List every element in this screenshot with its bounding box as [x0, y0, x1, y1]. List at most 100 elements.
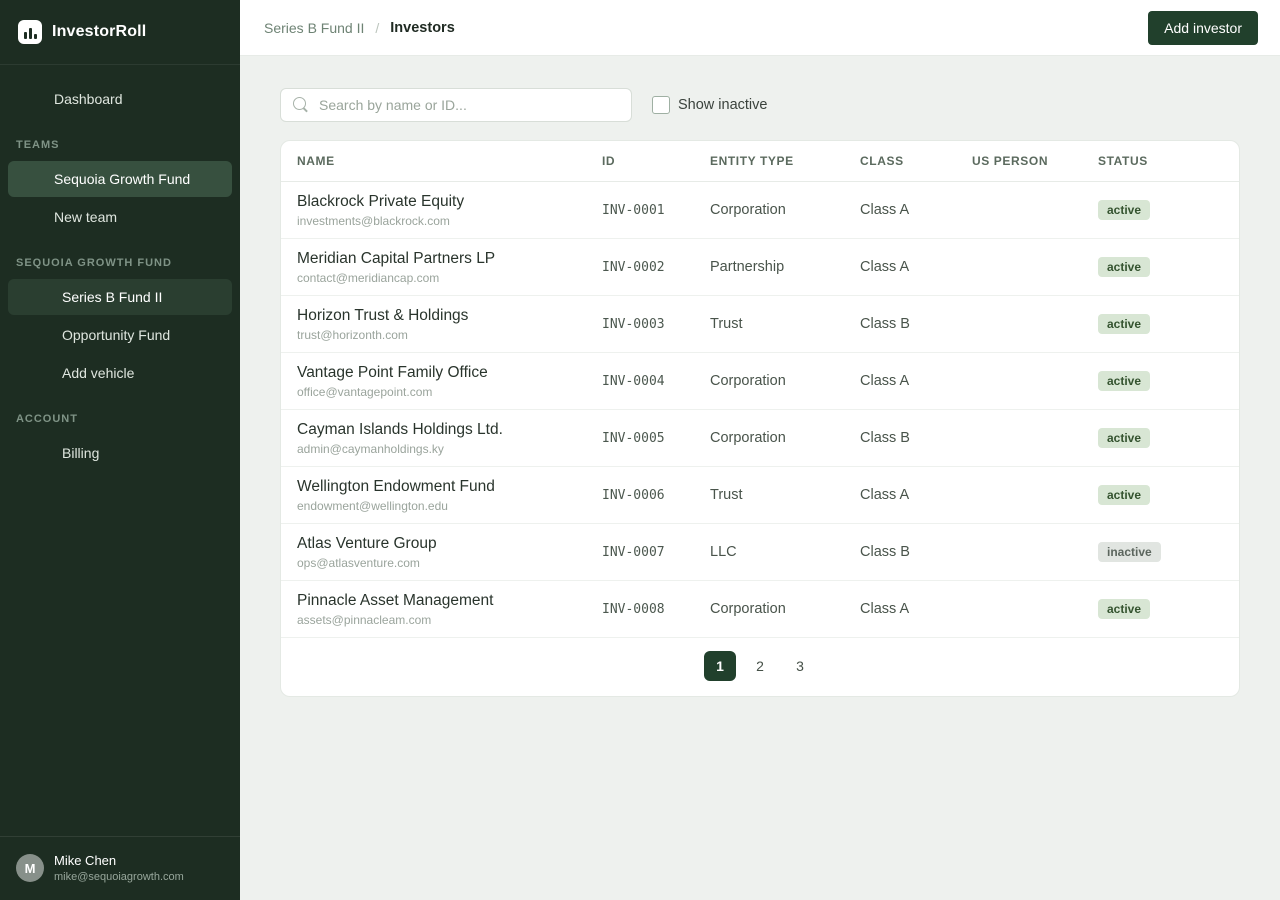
investor-email: office@vantagepoint.com: [297, 385, 570, 399]
user-profile[interactable]: M Mike Chen mike@sequoiagrowth.com: [0, 836, 240, 900]
toolbar: Show inactive: [280, 88, 1240, 122]
investor-name: Pinnacle Asset Management: [297, 592, 570, 610]
sidebar-item-new-team[interactable]: New team: [8, 199, 232, 235]
sidebar-item-sequoia-growth-fund[interactable]: Sequoia Growth Fund: [8, 161, 232, 197]
investor-id: INV-0005: [602, 431, 665, 446]
investor-name: Blackrock Private Equity: [297, 193, 570, 211]
app-brand: InvestorRoll: [0, 0, 240, 65]
status-badge: active: [1098, 257, 1150, 277]
sidebar-nav: Dashboard TEAMS Sequoia Growth Fund New …: [0, 65, 240, 473]
page-button-2[interactable]: 2: [744, 651, 776, 681]
investor-email: admin@caymanholdings.ky: [297, 442, 570, 456]
sidebar: InvestorRoll Dashboard TEAMS Sequoia Gro…: [0, 0, 240, 900]
investor-class: Class A: [860, 259, 909, 275]
investor-email: ops@atlasventure.com: [297, 556, 570, 570]
investor-entity-type: Corporation: [710, 601, 786, 617]
status-badge: active: [1098, 200, 1150, 220]
column-header-id: ID: [586, 141, 694, 182]
top-header: Series B Fund II / Investors Add investo…: [240, 0, 1280, 56]
avatar: M: [16, 854, 44, 882]
status-badge: active: [1098, 371, 1150, 391]
search-input[interactable]: [280, 88, 632, 122]
table-body: Blackrock Private Equity investments@bla…: [281, 182, 1239, 638]
investor-name: Atlas Venture Group: [297, 535, 570, 553]
status-badge: active: [1098, 485, 1150, 505]
sidebar-section-sequoia-growth-fund: SEQUOIA GROWTH FUND: [0, 237, 240, 277]
table-row[interactable]: Vantage Point Family Office office@vanta…: [281, 353, 1239, 410]
investor-id: INV-0003: [602, 317, 665, 332]
investor-class: Class B: [860, 430, 910, 446]
investor-id: INV-0004: [602, 374, 665, 389]
app-title: InvestorRoll: [52, 23, 146, 41]
table-row[interactable]: Atlas Venture Group ops@atlasventure.com…: [281, 524, 1239, 581]
search-icon: [293, 97, 306, 110]
table-row[interactable]: Wellington Endowment Fund endowment@well…: [281, 467, 1239, 524]
column-header-us-person: US PERSON: [956, 141, 1082, 182]
sidebar-item-dashboard[interactable]: Dashboard: [8, 81, 232, 117]
investor-entity-type: LLC: [710, 544, 737, 560]
show-inactive-toggle[interactable]: Show inactive: [652, 96, 767, 114]
status-badge: active: [1098, 599, 1150, 619]
table-header-row: NAME ID ENTITY TYPE CLASS US PERSON STAT…: [281, 141, 1239, 182]
investor-name: Wellington Endowment Fund: [297, 478, 570, 496]
investor-name: Vantage Point Family Office: [297, 364, 570, 382]
investor-email: trust@horizonth.com: [297, 328, 570, 342]
investor-id: INV-0001: [602, 203, 665, 218]
investors-table-card: NAME ID ENTITY TYPE CLASS US PERSON STAT…: [280, 140, 1240, 697]
status-badge: active: [1098, 428, 1150, 448]
show-inactive-checkbox[interactable]: [652, 96, 670, 114]
page-button-3[interactable]: 3: [784, 651, 816, 681]
investor-class: Class A: [860, 601, 909, 617]
investor-id: INV-0008: [602, 602, 665, 617]
investor-email: investments@blackrock.com: [297, 214, 570, 228]
pagination: 1 2 3: [281, 638, 1239, 696]
breadcrumb-current: Investors: [390, 20, 454, 36]
add-investor-button[interactable]: Add investor: [1148, 11, 1258, 45]
table-row[interactable]: Cayman Islands Holdings Ltd. admin@cayma…: [281, 410, 1239, 467]
investor-id: INV-0007: [602, 545, 665, 560]
investor-class: Class A: [860, 373, 909, 389]
investor-class: Class A: [860, 202, 909, 218]
sidebar-section-account: ACCOUNT: [0, 393, 240, 433]
investor-email: assets@pinnacleam.com: [297, 613, 570, 627]
investors-table: NAME ID ENTITY TYPE CLASS US PERSON STAT…: [281, 141, 1239, 638]
investor-email: contact@meridiancap.com: [297, 271, 570, 285]
investor-entity-type: Corporation: [710, 202, 786, 218]
investor-entity-type: Partnership: [710, 259, 784, 275]
investor-entity-type: Corporation: [710, 373, 786, 389]
investor-entity-type: Trust: [710, 316, 743, 332]
table-row[interactable]: Meridian Capital Partners LP contact@mer…: [281, 239, 1239, 296]
sidebar-section-teams: TEAMS: [0, 119, 240, 159]
user-email: mike@sequoiagrowth.com: [54, 870, 184, 884]
investor-name: Cayman Islands Holdings Ltd.: [297, 421, 570, 439]
bar-chart-icon: [18, 20, 42, 44]
column-header-class: CLASS: [844, 141, 956, 182]
investor-id: INV-0002: [602, 260, 665, 275]
breadcrumb-parent[interactable]: Series B Fund II: [264, 20, 364, 36]
page-button-1[interactable]: 1: [704, 651, 736, 681]
show-inactive-label: Show inactive: [678, 97, 767, 113]
table-row[interactable]: Pinnacle Asset Management assets@pinnacl…: [281, 581, 1239, 638]
column-header-status: STATUS: [1082, 141, 1239, 182]
table-row[interactable]: Horizon Trust & Holdings trust@horizonth…: [281, 296, 1239, 353]
sidebar-item-opportunity-fund[interactable]: Opportunity Fund: [8, 317, 232, 353]
column-header-entity-type: ENTITY TYPE: [694, 141, 844, 182]
status-badge: active: [1098, 314, 1150, 334]
sidebar-item-add-vehicle[interactable]: Add vehicle: [8, 355, 232, 391]
investor-entity-type: Corporation: [710, 430, 786, 446]
investor-entity-type: Trust: [710, 487, 743, 503]
sidebar-item-billing[interactable]: Billing: [8, 435, 232, 471]
sidebar-item-series-b-fund-ii[interactable]: Series B Fund II: [8, 279, 232, 315]
investor-name: Horizon Trust & Holdings: [297, 307, 570, 325]
table-row[interactable]: Blackrock Private Equity investments@bla…: [281, 182, 1239, 239]
investor-class: Class A: [860, 487, 909, 503]
investor-id: INV-0006: [602, 488, 665, 503]
investor-class: Class B: [860, 544, 910, 560]
breadcrumb-separator: /: [375, 20, 379, 36]
status-badge: inactive: [1098, 542, 1161, 562]
main-content: Show inactive NAME ID ENTITY TYPE CLASS …: [240, 56, 1280, 900]
investor-class: Class B: [860, 316, 910, 332]
user-name: Mike Chen: [54, 853, 184, 870]
investor-name: Meridian Capital Partners LP: [297, 250, 570, 268]
column-header-name: NAME: [281, 141, 586, 182]
